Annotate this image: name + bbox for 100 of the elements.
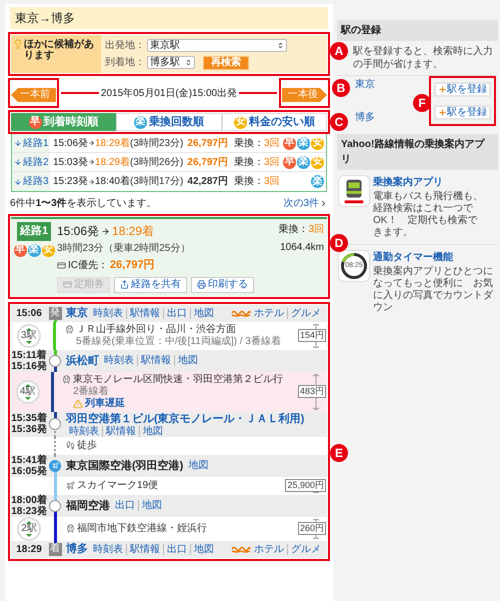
station-link[interactable]: 駅情報 <box>126 544 163 554</box>
station-link[interactable]: 地図 <box>185 460 212 471</box>
platform-note: 5番線発(乗車位置：中/後[11両編成]) / 3番線着 <box>74 336 281 348</box>
transfers-label: 乗換： <box>278 222 308 237</box>
next-page-link[interactable]: 次の3件 <box>283 196 328 211</box>
register-station-button[interactable]: 駅を登録 <box>434 82 491 97</box>
station-count[interactable]: 4駅 <box>16 380 40 404</box>
down-triangle-icon <box>26 534 32 536</box>
down-triangle-icon <box>26 340 32 344</box>
station-name[interactable]: 博多 <box>66 542 88 556</box>
up-triangle-icon <box>26 328 32 330</box>
stop-time: 15:06 <box>16 308 42 318</box>
station-link[interactable]: 時刻表 <box>90 308 126 318</box>
annotation-marker: C <box>330 113 348 131</box>
route-label: 経路1 <box>16 222 52 240</box>
field-label: 出発地： <box>105 38 145 53</box>
station-count[interactable]: 3駅 <box>16 324 41 348</box>
departure-time: 15:03発 <box>53 156 88 170</box>
transfers-label: 乗換： <box>234 174 264 189</box>
annotation-marker: D <box>330 234 348 252</box>
sort-tab[interactable]: 楽 乗換回数順 <box>116 113 222 131</box>
fare-label: 154円 <box>298 329 326 342</box>
printer-icon <box>197 280 206 289</box>
share-icon <box>120 280 129 289</box>
duration: (3時間17分) <box>130 174 184 189</box>
badge: 楽 <box>134 116 147 128</box>
plus-icon <box>438 108 447 117</box>
route-link[interactable]: 経路2 <box>12 153 50 171</box>
station-link[interactable]: 地図 <box>138 500 165 511</box>
app-title-link[interactable]: 通勤タイマー機能 <box>373 250 497 265</box>
station-count[interactable]: 2駅 <box>17 516 41 540</box>
detail-button[interactable]: 印刷する <box>191 276 254 292</box>
airplane-icon <box>66 481 75 490</box>
transfer-marker-icon <box>49 354 61 366</box>
stop-time: 18:29 <box>16 544 42 554</box>
lightbulb-icon <box>13 39 23 49</box>
page-title-bar: 東京→博多 <box>10 7 328 29</box>
register-description: 駅を登録すると、検索時に入力の手間が省けます。 <box>353 44 494 72</box>
route-link[interactable]: 経路3 <box>12 172 50 191</box>
badge: 楽 <box>297 156 310 168</box>
departure-time: 15:23発 <box>53 175 88 189</box>
line-name: ＪＲ山手線外回り・品川・渋谷方面 <box>76 324 236 336</box>
duration: 3時間23分（乗車2時間25分） <box>57 242 192 256</box>
badge: 安 <box>311 136 324 150</box>
candidates-notice: ほかに候補があります <box>24 39 95 61</box>
station-link[interactable]: ホテル <box>251 308 287 318</box>
station-link[interactable]: 駅情報 <box>137 355 174 366</box>
train-icon <box>66 524 75 533</box>
transfers-count: 3回 <box>308 223 324 237</box>
detail-button[interactable]: 経路を共有 <box>114 276 187 292</box>
transfers-label: 乗換： <box>234 156 264 170</box>
down-arrow-icon <box>14 158 22 166</box>
station-link[interactable]: 地図 <box>190 544 217 554</box>
delay-link[interactable]: 列車遅延 <box>85 398 126 410</box>
register-station-button[interactable]: 駅を登録 <box>434 105 491 120</box>
sort-tab[interactable]: 安 料金の安い順 <box>222 113 327 131</box>
station-name-link[interactable]: 東京 <box>355 77 429 92</box>
sort-tab[interactable]: 早 到着時刻順 <box>11 113 116 131</box>
station-name: 福岡空港 <box>66 498 110 512</box>
station-link[interactable]: 出口 <box>163 544 190 554</box>
transfer-marker-icon <box>49 418 61 430</box>
station-link[interactable]: 地図 <box>174 355 201 366</box>
arrow-icon <box>101 226 110 236</box>
fare: 26,797円 <box>186 136 228 150</box>
down-triangle-icon <box>24 396 31 400</box>
station-link[interactable]: 時刻表 <box>66 426 102 436</box>
departure-datetime: 2015年05月01日(金)15:00出発 <box>100 86 238 100</box>
station-name[interactable]: 羽田空港第１ビル(東京モノレール・ＪＡＬ利用) <box>66 412 304 426</box>
station-link[interactable]: 出口 <box>112 500 138 511</box>
fare-label: 25,900円 <box>285 479 326 492</box>
select-arrows-icon <box>277 42 284 49</box>
line-name: スカイマーク19便 <box>77 480 158 492</box>
station-link[interactable]: 出口 <box>163 308 190 318</box>
station-link[interactable]: 時刻表 <box>101 355 137 366</box>
arrival-select[interactable]: 博多駅 <box>147 56 195 69</box>
badge: 早 <box>283 156 296 168</box>
departure-select[interactable]: 東京駅 <box>147 39 287 52</box>
fare: 26,797円 <box>186 156 228 170</box>
station-name-link[interactable]: 博多 <box>355 110 429 125</box>
route-link[interactable]: 経路1 <box>12 134 50 152</box>
station-link[interactable]: 地図 <box>190 308 217 318</box>
station-link[interactable]: グルメ <box>287 544 324 554</box>
badge: 早 <box>14 244 26 256</box>
arrow-icon <box>88 139 95 147</box>
station-link[interactable]: グルメ <box>287 308 324 318</box>
station-name: 東京国際空港(羽田空港) <box>66 458 184 472</box>
station-link[interactable]: 時刻表 <box>90 544 126 554</box>
station-link[interactable]: ホテル <box>251 544 287 554</box>
app-title-link[interactable]: 乗換案内アプリ <box>373 175 486 190</box>
station-link[interactable]: 駅情報 <box>126 308 163 318</box>
line-name: 徒歩 <box>77 440 97 452</box>
card-icon <box>63 280 72 289</box>
up-triangle-icon <box>24 384 31 386</box>
station-name[interactable]: 浜松町 <box>66 354 99 368</box>
annotation-marker: F <box>413 94 431 112</box>
departure-time: 15:06発 <box>57 223 100 240</box>
field-label: 到着地： <box>105 56 145 70</box>
app-description: 電車もバスも飛行機も、経路検索はこれ一つでOK！ 定期代も検索できます。 <box>373 191 484 239</box>
station-name[interactable]: 東京 <box>66 306 88 320</box>
arrival-time: 18:29着 <box>94 136 130 150</box>
